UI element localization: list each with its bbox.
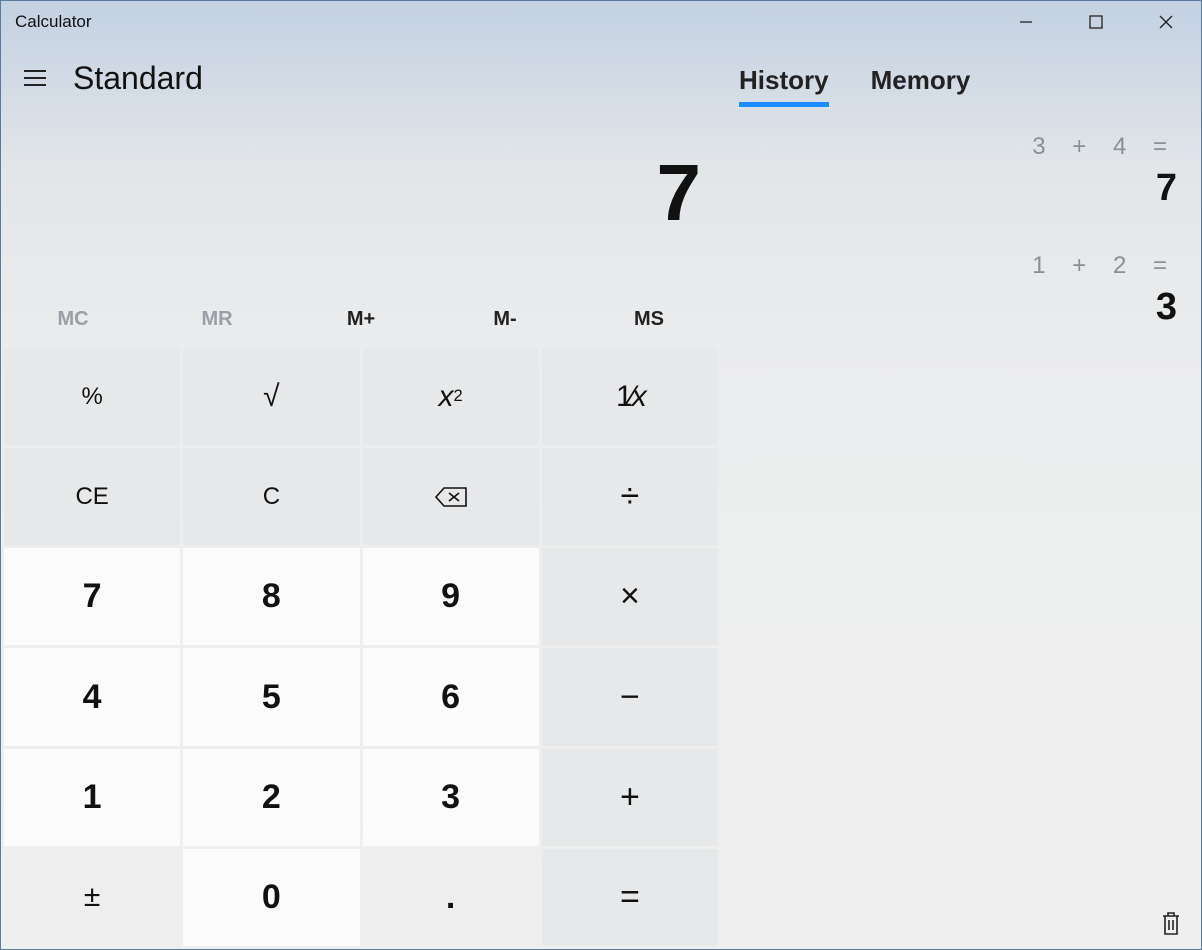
side-tabs: History Memory — [721, 65, 1201, 107]
square-base: x — [439, 380, 454, 414]
digit-5-key[interactable]: 5 — [183, 648, 359, 745]
window-controls — [991, 1, 1201, 43]
history-item[interactable]: 1 + 2 = 3 — [721, 252, 1177, 329]
mode-title: Standard — [73, 60, 203, 97]
memory-clear-button[interactable]: MC — [1, 293, 145, 345]
memory-row: MC MR M+ M- MS — [1, 293, 721, 345]
history-expression: 3 + 4 = — [721, 133, 1177, 161]
tab-history[interactable]: History — [739, 65, 829, 107]
digit-9-key[interactable]: 9 — [363, 548, 539, 645]
digit-3-key[interactable]: 3 — [363, 749, 539, 846]
memory-store-button[interactable]: MS — [577, 293, 721, 345]
display-value: 7 — [657, 153, 702, 233]
digit-0-key[interactable]: 0 — [183, 849, 359, 946]
maximize-icon — [1089, 15, 1103, 29]
digit-6-key[interactable]: 6 — [363, 648, 539, 745]
plus-key[interactable]: + — [542, 749, 718, 846]
digit-7-key[interactable]: 7 — [4, 548, 180, 645]
square-key[interactable]: x2 — [363, 348, 539, 445]
backspace-icon — [434, 486, 468, 508]
mode-header: Standard — [1, 43, 721, 113]
digit-4-key[interactable]: 4 — [4, 648, 180, 745]
window-title: Calculator — [15, 12, 92, 32]
close-button[interactable] — [1131, 1, 1201, 43]
titlebar: Calculator — [1, 1, 1201, 43]
history-list: 3 + 4 = 7 1 + 2 = 3 — [721, 107, 1201, 329]
backspace-key[interactable] — [363, 448, 539, 545]
digit-1-key[interactable]: 1 — [4, 749, 180, 846]
display: 7 — [1, 113, 721, 293]
divide-key[interactable]: ÷ — [542, 448, 718, 545]
sqrt-key[interactable]: √ — [183, 348, 359, 445]
history-result: 3 — [721, 286, 1177, 329]
memory-recall-button[interactable]: MR — [145, 293, 289, 345]
history-item[interactable]: 3 + 4 = 7 — [721, 133, 1177, 210]
memory-subtract-button[interactable]: M- — [433, 293, 577, 345]
negate-key[interactable]: ± — [4, 849, 180, 946]
digit-8-key[interactable]: 8 — [183, 548, 359, 645]
minimize-icon — [1018, 14, 1034, 30]
close-icon — [1158, 14, 1174, 30]
content-area: Standard 7 MC MR M+ M- MS % √ x2 1⁄ — [1, 43, 1201, 949]
side-pane: History Memory 3 + 4 = 7 1 + 2 = 3 — [721, 43, 1201, 949]
minimize-button[interactable] — [991, 1, 1061, 43]
history-expression: 1 + 2 = — [721, 252, 1177, 280]
calculator-window: Calculator Standard — [0, 0, 1202, 950]
digit-2-key[interactable]: 2 — [183, 749, 359, 846]
calculator-pane: Standard 7 MC MR M+ M- MS % √ x2 1⁄ — [1, 43, 721, 949]
hamburger-icon — [23, 69, 47, 87]
history-result: 7 — [721, 167, 1177, 210]
reciprocal-key[interactable]: 1⁄x — [542, 348, 718, 445]
percent-key[interactable]: % — [4, 348, 180, 445]
recip-den: x — [632, 380, 644, 413]
memory-add-button[interactable]: M+ — [289, 293, 433, 345]
menu-button[interactable] — [13, 56, 57, 100]
clear-entry-key[interactable]: CE — [4, 448, 180, 545]
equals-key[interactable]: = — [542, 849, 718, 946]
maximize-button[interactable] — [1061, 1, 1131, 43]
minus-key[interactable]: − — [542, 648, 718, 745]
square-exponent: 2 — [454, 387, 463, 406]
keypad: % √ x2 1⁄x CE C ÷ 7 — [1, 345, 721, 949]
multiply-key[interactable]: × — [542, 548, 718, 645]
trash-icon — [1160, 910, 1182, 936]
clear-history-button[interactable] — [1155, 907, 1187, 939]
clear-key[interactable]: C — [183, 448, 359, 545]
decimal-key[interactable]: . — [363, 849, 539, 946]
recip-num: 1 — [616, 380, 630, 413]
tab-memory[interactable]: Memory — [871, 65, 971, 107]
